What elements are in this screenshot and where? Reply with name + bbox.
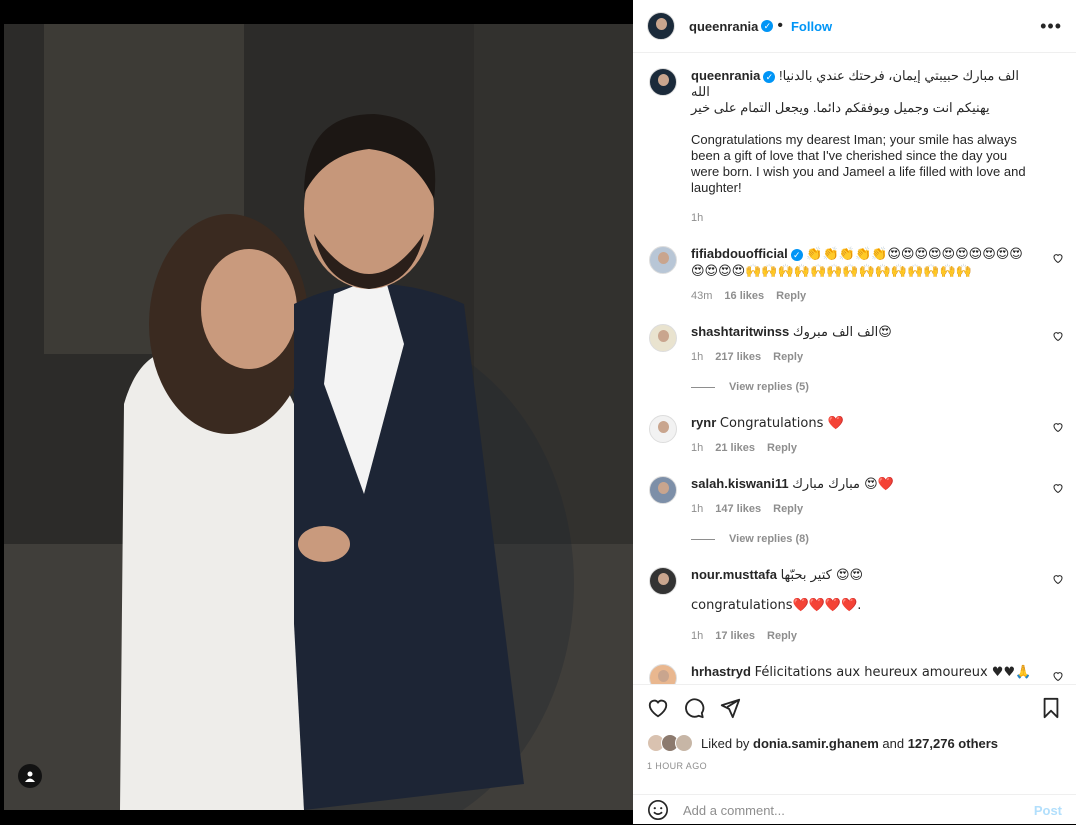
comment-item: hrhastryd Félicitations aux heureux amou… (633, 664, 1076, 684)
post-actions: Liked by donia.samir.ghanem and 127,276 … (633, 684, 1076, 825)
like-comment-heart-icon[interactable] (1052, 670, 1064, 682)
like-comment-heart-icon[interactable] (1052, 573, 1064, 585)
verified-badge-icon: ✓ (763, 70, 776, 83)
comment-likes[interactable]: 16 likes (724, 290, 764, 302)
comment-text: Congratulations ❤️ (719, 416, 844, 431)
post-details-panel: queenrania ✓ • Follow ••• queenrania ✓ ال… (633, 0, 1076, 824)
post-media (0, 0, 633, 824)
verified-badge-icon: ✓ (761, 20, 774, 32)
separator-dot: • (777, 17, 783, 34)
comment-time[interactable]: 1h (691, 630, 703, 642)
avatar[interactable] (647, 12, 675, 40)
avatar[interactable] (649, 324, 677, 352)
comment-username[interactable]: fifiabdouofficial (691, 246, 788, 261)
view-replies-label[interactable]: View replies (5) (729, 379, 809, 395)
comment-time[interactable]: 43m (691, 290, 712, 302)
comment-username[interactable]: salah.kiswani11 (691, 476, 789, 491)
likes-prefix: Liked by (701, 735, 750, 751)
comment-text-line-2: congratulations❤️❤️❤️❤️. (691, 598, 862, 613)
comment-text: كتير بحبّها 😍😍 (780, 568, 864, 583)
comment-username[interactable]: rynr (691, 415, 716, 430)
reply-button[interactable]: Reply (773, 503, 803, 515)
caption-time[interactable]: 1h (691, 212, 703, 224)
comment-item: fifiabdouofficial ✓ 👏👏👏👏👏😍😍😍😍😍😍😍😍😍😍😍😍😍😍🙌🙌… (633, 246, 1076, 304)
comment-item: salah.kiswani11 مبارك مبارك 😍❤️ 1h 147 li… (633, 476, 1076, 547)
reply-button[interactable]: Reply (767, 630, 797, 642)
like-comment-heart-icon[interactable] (1052, 421, 1064, 433)
liker-avatars (647, 734, 693, 752)
caption-username[interactable]: queenrania (691, 68, 760, 83)
likes-summary[interactable]: Liked by donia.samir.ghanem and 127,276 … (633, 731, 1076, 755)
verified-badge-icon: ✓ (790, 248, 803, 261)
reply-button[interactable]: Reply (767, 442, 797, 454)
caption-english: Congratulations my dearest Iman; your sm… (691, 132, 1026, 195)
comment-username[interactable]: shashtaritwinss (691, 324, 789, 339)
post-photo[interactable] (4, 24, 633, 810)
comment-time[interactable]: 1h (691, 351, 703, 363)
view-replies-button[interactable]: View replies (8) (691, 531, 1062, 547)
share-send-icon[interactable] (719, 697, 741, 719)
likes-username[interactable]: donia.samir.ghanem (753, 736, 879, 751)
avatar[interactable] (649, 415, 677, 443)
comment-text: مبارك مبارك 😍❤️ (792, 477, 894, 492)
likes-count[interactable]: 127,276 others (908, 736, 998, 751)
view-replies-label[interactable]: View replies (8) (729, 531, 809, 547)
couple-photo-illustration (4, 24, 633, 810)
comment-likes[interactable]: 17 likes (715, 630, 755, 642)
post-author-username[interactable]: queenrania (689, 19, 758, 34)
like-heart-icon[interactable] (647, 697, 669, 719)
post-comment-button[interactable]: Post (1034, 803, 1062, 818)
like-comment-heart-icon[interactable] (1052, 330, 1064, 342)
emoji-picker-icon[interactable] (647, 799, 669, 821)
post-timestamp[interactable]: 1 HOUR AGO (633, 755, 1076, 771)
comment-item: nour.musttafa كتير بحبّها 😍😍 congratulat… (633, 567, 1076, 644)
avatar[interactable] (649, 246, 677, 274)
comment-text: Félicitations aux heureux amoureux ♥♥🙏 (754, 665, 1032, 680)
more-options-icon[interactable]: ••• (1040, 16, 1062, 37)
comment-text: الف الف مبروك😍 (792, 325, 892, 340)
comment-likes[interactable]: 217 likes (715, 351, 761, 363)
avatar[interactable] (649, 476, 677, 504)
tagged-users-icon[interactable] (18, 764, 42, 788)
comment-item: shashtaritwinss الف الف مبروك😍 1h 217 lik… (633, 324, 1076, 395)
comment-likes[interactable]: 147 likes (715, 503, 761, 515)
follow-button[interactable]: Follow (791, 19, 832, 34)
likes-and: and (882, 735, 905, 751)
comments-list[interactable]: queenrania ✓ الف مبارك حبيبتي إيمان، فرحت… (633, 54, 1076, 684)
view-replies-button[interactable]: View replies (5) (691, 379, 1062, 395)
add-comment-bar: Add a comment... Post (633, 794, 1076, 825)
comment-username[interactable]: hrhastryd (691, 664, 751, 679)
caption-arabic-line-2: يهنيكم انت وجميل ويوفقكم دائما. ويجعل ال… (691, 100, 990, 115)
save-bookmark-icon[interactable] (1040, 697, 1062, 719)
like-comment-heart-icon[interactable] (1052, 252, 1064, 264)
reply-button[interactable]: Reply (776, 290, 806, 302)
comment-likes[interactable]: 21 likes (715, 442, 755, 454)
comment-time[interactable]: 1h (691, 503, 703, 515)
avatar[interactable] (649, 567, 677, 595)
avatar[interactable] (649, 664, 677, 684)
comment-time[interactable]: 1h (691, 442, 703, 454)
add-comment-input[interactable]: Add a comment... (683, 803, 785, 818)
comment-username[interactable]: nour.musttafa (691, 567, 777, 582)
comment-bubble-icon[interactable] (683, 697, 705, 719)
avatar[interactable] (649, 68, 677, 96)
comment-item: rynr Congratulations ❤️ 1h 21 likes Reply (633, 415, 1076, 456)
post-header: queenrania ✓ • Follow ••• (633, 0, 1076, 53)
caption: queenrania ✓ الف مبارك حبيبتي إيمان، فرحت… (633, 68, 1076, 226)
reply-button[interactable]: Reply (773, 351, 803, 363)
like-comment-heart-icon[interactable] (1052, 482, 1064, 494)
